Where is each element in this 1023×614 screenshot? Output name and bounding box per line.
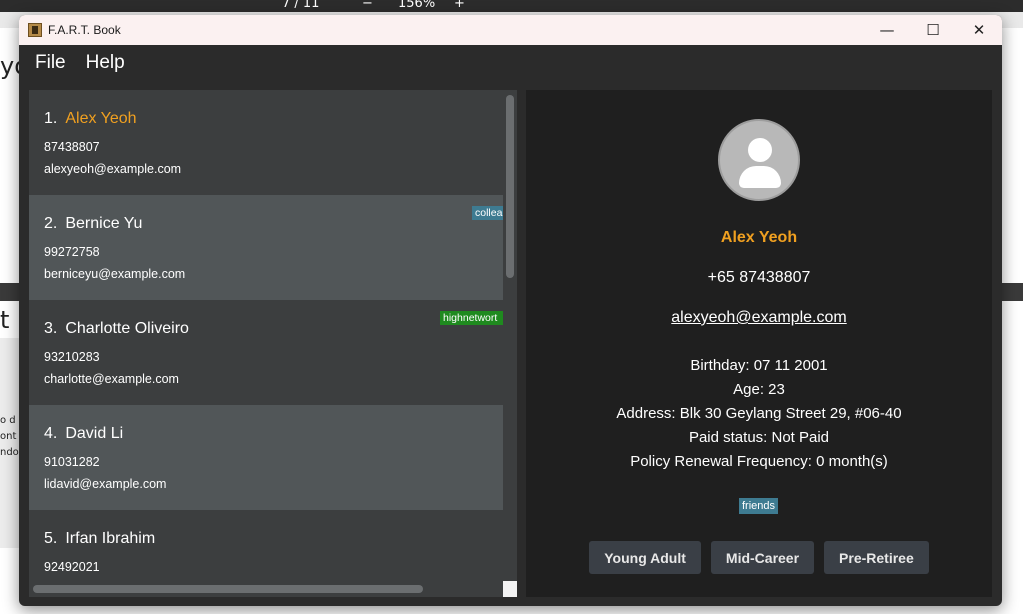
person-name: Alex Yeoh bbox=[65, 110, 137, 127]
mid-career-button[interactable]: Mid-Career bbox=[710, 541, 815, 574]
avatar-placeholder-icon bbox=[718, 119, 800, 201]
details-phone: +65 87438807 bbox=[707, 269, 811, 286]
person-index: 5. bbox=[44, 530, 58, 547]
details-paid-status: Paid status: Not Paid bbox=[688, 429, 830, 446]
person-card-4[interactable]: 4. David Li 91031282 lidavid@example.com bbox=[29, 405, 503, 510]
person-phone: 91031282 bbox=[44, 455, 100, 469]
horizontal-scrollbar-thumb[interactable] bbox=[33, 585, 423, 593]
title-bar[interactable]: F.A.R.T. Book — ☐ ✕ bbox=[19, 15, 1002, 45]
details-email[interactable]: alexyeoh@example.com bbox=[526, 309, 992, 327]
person-name: Bernice Yu bbox=[65, 215, 143, 232]
person-phone: 87438807 bbox=[44, 140, 100, 154]
details-address: Address: Blk 30 Geylang Street 29, #06-4… bbox=[616, 405, 902, 422]
details-birthday: Birthday: 07 11 2001 bbox=[690, 357, 828, 374]
details-renewal-frequency: Policy Renewal Frequency: 0 month(s) bbox=[630, 453, 888, 470]
zoom-in-icon: + bbox=[454, 0, 465, 11]
person-list: 1. Alex Yeoh 87438807 alexyeoh@example.co… bbox=[29, 90, 517, 597]
background-toolbar: 7 / 11 − 156% + bbox=[0, 0, 1023, 12]
person-email: lidavid@example.com bbox=[44, 477, 167, 491]
person-card-3[interactable]: 3. Charlotte Oliveiro 93210283 charlotte@… bbox=[29, 300, 509, 405]
menu-bar: File Help bbox=[19, 45, 1002, 80]
person-phone: 99272758 bbox=[44, 245, 100, 259]
minimize-button[interactable]: — bbox=[864, 15, 910, 45]
person-name: David Li bbox=[65, 425, 124, 442]
person-phone: 93210283 bbox=[44, 350, 100, 364]
menu-help[interactable]: Help bbox=[76, 52, 135, 74]
person-index: 3. bbox=[44, 320, 58, 337]
maximize-button[interactable]: ☐ bbox=[910, 15, 956, 45]
background-text-lines: o d ont ndo bbox=[0, 415, 19, 458]
person-index: 2. bbox=[44, 215, 58, 232]
person-name: Charlotte Oliveiro bbox=[65, 320, 189, 337]
details-tag: friends bbox=[739, 498, 779, 514]
person-email: berniceyu@example.com bbox=[44, 267, 186, 281]
person-tag: highnetwort bbox=[440, 311, 509, 325]
pre-retiree-button[interactable]: Pre-Retiree bbox=[824, 541, 929, 574]
window-title: F.A.R.T. Book bbox=[48, 23, 121, 37]
segment-buttons: Young Adult Mid-Career Pre-Retiree bbox=[526, 541, 992, 574]
background-page-counter: 7 / 11 bbox=[282, 0, 320, 11]
details-age: Age: 23 bbox=[733, 381, 785, 398]
person-card-2[interactable]: 2. Bernice Yu 99272758 berniceyu@example.… bbox=[29, 195, 509, 300]
zoom-out-icon: − bbox=[362, 0, 373, 11]
vertical-scrollbar-thumb[interactable] bbox=[506, 95, 514, 278]
person-name: Irfan Ibrahim bbox=[65, 530, 156, 547]
scrollbar-corner bbox=[503, 581, 517, 597]
person-details-panel: Alex Yeoh +65 87438807 alexyeoh@example.… bbox=[526, 90, 992, 597]
app-window: F.A.R.T. Book — ☐ ✕ File Help 1. Alex Yeo… bbox=[19, 15, 1002, 606]
person-email: charlotte@example.com bbox=[44, 372, 179, 386]
person-card-1[interactable]: 1. Alex Yeoh 87438807 alexyeoh@example.co… bbox=[29, 90, 503, 195]
app-book-icon bbox=[28, 23, 42, 37]
menu-file[interactable]: File bbox=[25, 52, 76, 74]
details-name: Alex Yeoh bbox=[720, 229, 798, 246]
young-adult-button[interactable]: Young Adult bbox=[589, 541, 701, 574]
person-email: alexyeoh@example.com bbox=[44, 162, 182, 176]
person-index: 4. bbox=[44, 425, 58, 442]
background-zoom-level: 156% bbox=[398, 0, 436, 11]
close-button[interactable]: ✕ bbox=[956, 15, 1002, 45]
person-index: 1. bbox=[44, 110, 58, 127]
person-phone: 92492021 bbox=[44, 560, 100, 574]
